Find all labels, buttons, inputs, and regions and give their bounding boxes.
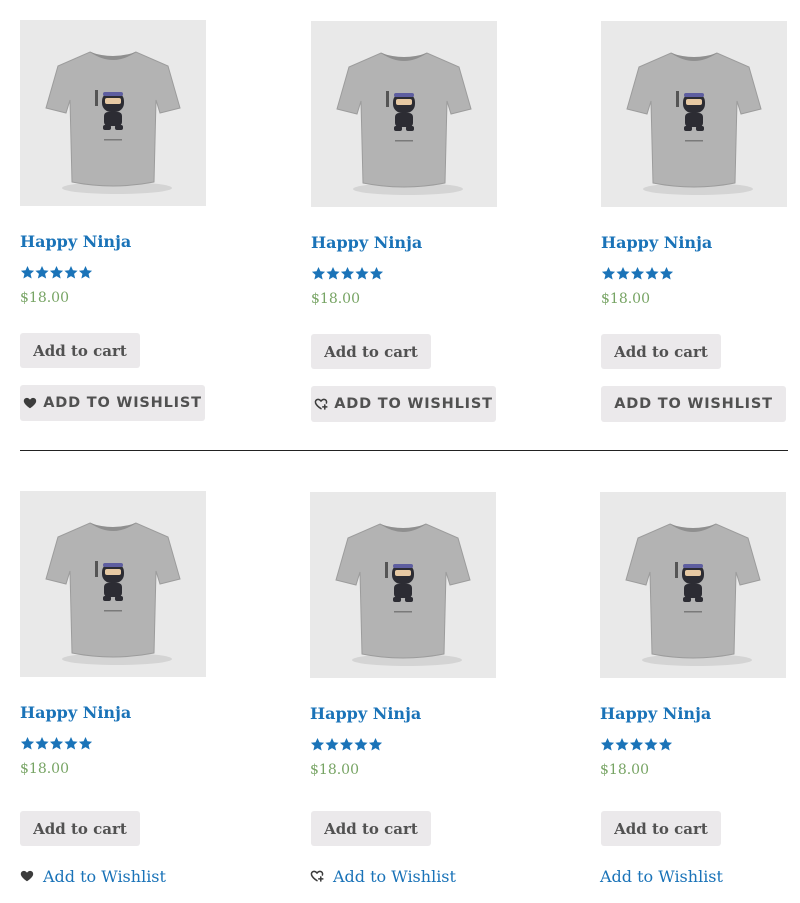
add-to-cart-button[interactable]: Add to cart [601,334,721,369]
heart-icon [23,396,37,410]
product-image[interactable] [600,492,786,678]
product-price: $18.00 [601,291,650,307]
add-to-cart-button[interactable]: Add to cart [601,811,721,846]
wishlist-label: ADD TO WISHLIST [614,396,773,412]
product-price: $18.00 [310,762,359,778]
star-rating [600,737,673,751]
add-to-cart-button[interactable]: Add to cart [311,334,431,369]
product-price: $18.00 [20,761,69,777]
product-image[interactable] [20,491,206,677]
star-rating [311,266,384,280]
product-image[interactable] [20,20,206,206]
star-rating [20,736,93,750]
product-card: Happy Ninja $18.00 Add to cart Add to Wi… [20,491,206,886]
product-title[interactable]: Happy Ninja [20,703,131,722]
wishlist-label: Add to Wishlist [333,866,456,886]
add-to-cart-button[interactable]: Add to cart [311,811,431,846]
product-image[interactable] [601,21,787,207]
product-image[interactable] [310,492,496,678]
product-price: $18.00 [20,290,69,306]
heart-plus-icon [310,869,324,883]
product-card: Happy Ninja $18.00 Add to cart Add to Wi… [310,492,496,886]
product-price: $18.00 [600,762,649,778]
heart-plus-icon [314,397,328,411]
wishlist-label: ADD TO WISHLIST [43,395,202,411]
wishlist-label: Add to Wishlist [600,866,723,886]
tshirt-image [601,21,787,207]
product-title[interactable]: Happy Ninja [311,233,422,252]
product-title[interactable]: Happy Ninja [601,233,712,252]
add-to-wishlist-link[interactable]: Add to Wishlist [310,865,456,887]
product-image[interactable] [311,21,497,207]
wishlist-label: ADD TO WISHLIST [334,396,493,412]
add-to-cart-button[interactable]: Add to cart [20,333,140,368]
add-to-wishlist-link[interactable]: Add to Wishlist [600,865,723,887]
product-card: Happy Ninja $18.00 Add to cart Add to Wi… [600,492,786,886]
star-rating [601,266,674,280]
product-card: Happy Ninja $18.00 Add to cart ADD TO WI… [601,21,787,422]
star-rating [310,737,383,751]
heart-icon [20,869,34,883]
add-to-wishlist-link[interactable]: Add to Wishlist [20,865,166,887]
wishlist-label: Add to Wishlist [43,866,166,886]
product-card: Happy Ninja $18.00 Add to cart ADD TO WI… [311,21,497,422]
product-price: $18.00 [311,291,360,307]
add-to-cart-button[interactable]: Add to cart [20,811,140,846]
section-divider [20,450,788,451]
add-to-wishlist-button[interactable]: ADD TO WISHLIST [601,386,786,422]
product-title[interactable]: Happy Ninja [310,704,421,723]
tshirt-image [310,492,496,678]
product-card: Happy Ninja $18.00 Add to cart ADD TO WI… [20,20,206,421]
star-rating [20,265,93,279]
tshirt-image [600,492,786,678]
product-title[interactable]: Happy Ninja [20,232,131,251]
tshirt-image [20,20,206,206]
tshirt-image [311,21,497,207]
add-to-wishlist-button[interactable]: ADD TO WISHLIST [20,385,205,421]
add-to-wishlist-button[interactable]: ADD TO WISHLIST [311,386,496,422]
tshirt-image [20,491,206,677]
product-title[interactable]: Happy Ninja [600,704,711,723]
